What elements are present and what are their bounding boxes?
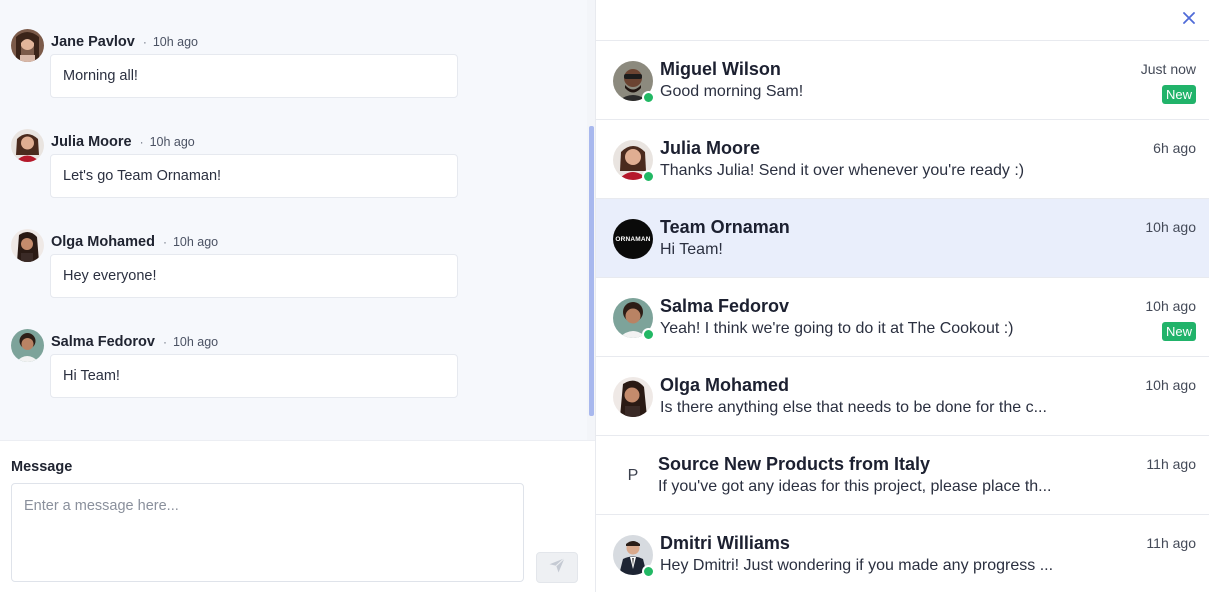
send-icon [548, 556, 566, 579]
conversation-name: Dmitri Williams [660, 533, 790, 553]
list-header [596, 0, 1209, 41]
online-indicator [642, 565, 655, 578]
message-time: 10h ago [172, 235, 219, 249]
conversation-preview: Hey Dmitri! Just wondering if you made a… [660, 557, 1054, 574]
message-input[interactable] [11, 483, 524, 582]
conversation-item[interactable]: Olga Mohamed Is there anything else that… [596, 357, 1209, 436]
online-indicator [642, 328, 655, 341]
new-badge: New [1161, 322, 1196, 341]
message-bubble: Morning all! [50, 54, 458, 98]
conversation-preview: Is there anything else that needs to be … [660, 399, 1047, 416]
conversation-preview: Thanks Julia! Send it over whenever you'… [660, 162, 1025, 179]
message-author[interactable]: Julia Moore [51, 134, 132, 150]
conversation-item[interactable]: Miguel Wilson Good morning Sam! Just now… [596, 41, 1209, 120]
separator-dot: · [162, 235, 167, 249]
message-composer: Message [0, 440, 595, 593]
avatar [613, 298, 655, 341]
conversation-name: Olga Mohamed [660, 375, 790, 395]
conversation-preview: Hi Team! [660, 241, 723, 258]
message-bubble: Hey everyone! [50, 254, 458, 298]
avatar-julia-moore[interactable] [11, 129, 44, 162]
message-time: 10h ago [172, 335, 219, 349]
conversation-name: Miguel Wilson [660, 59, 781, 79]
avatar-jane-pavlov[interactable] [11, 29, 44, 62]
chat-message: Julia Moore · 10h ago Let's go Team Orna… [11, 129, 461, 204]
conversation-name: Team Ornaman [660, 217, 790, 237]
conversation-item[interactable]: Dmitri Williams Hey Dmitri! Just wonderi… [596, 515, 1209, 594]
conversation-time: 10h ago [1145, 298, 1196, 314]
new-badge: New [1161, 85, 1196, 104]
chat-message: Salma Fedorov · 10h ago Hi Team! [11, 329, 461, 404]
letter-avatar: P [627, 467, 639, 484]
conversation-time: 10h ago [1145, 377, 1196, 393]
chat-message: Olga Mohamed · 10h ago Hey everyone! [11, 229, 461, 304]
conversation-name: Julia Moore [660, 138, 761, 158]
message-time: 10h ago [149, 135, 195, 149]
conversation-item[interactable]: P Source New Products from Italy If you'… [596, 436, 1209, 515]
conversation-preview: If you've got any ideas for this project… [658, 478, 1052, 495]
conversation-preview: Yeah! I think we're going to do it at Th… [660, 320, 1014, 337]
conversation-time: 11h ago [1146, 535, 1196, 551]
conversation-name: Salma Fedorov [660, 296, 790, 316]
close-icon [1183, 11, 1195, 29]
online-indicator [642, 170, 655, 183]
send-button[interactable] [536, 552, 578, 583]
message-bubble: Hi Team! [50, 354, 458, 398]
online-indicator [642, 91, 655, 104]
message-bubble: Let's go Team Ornaman! [50, 154, 458, 198]
avatar [613, 140, 655, 183]
conversation-time: 10h ago [1145, 219, 1196, 235]
conversation-item[interactable]: Julia Moore Thanks Julia! Send it over w… [596, 120, 1209, 199]
conversation-name: Source New Products from Italy [658, 454, 931, 474]
conversation-item[interactable]: Salma Fedorov Yeah! I think we're going … [596, 278, 1209, 357]
conversation-list-panel: Miguel Wilson Good morning Sam! Just now… [595, 0, 1209, 592]
message-author[interactable]: Olga Mohamed [51, 234, 155, 250]
conversation-time: 11h ago [1146, 456, 1196, 472]
conversation-preview: Good morning Sam! [660, 83, 804, 100]
avatar [613, 61, 655, 104]
avatar-olga-mohamed[interactable] [11, 229, 44, 262]
message-author[interactable]: Jane Pavlov [51, 34, 135, 50]
team-logo: ORNAMAN [613, 219, 653, 259]
avatar [613, 535, 655, 578]
scrollbar-thumb[interactable] [589, 126, 594, 416]
conversation-time: Just now [1140, 61, 1196, 77]
separator-dot: · [139, 135, 144, 149]
chat-message: Jane Pavlov · 10h ago Morning all! [11, 29, 461, 104]
message-label: Message [11, 459, 73, 475]
conversation-time: 6h ago [1153, 140, 1196, 156]
chat-panel: Jane Pavlov · 10h ago Morning all! Julia… [0, 0, 595, 593]
team-logo-text: ORNAMAN [615, 235, 651, 243]
separator-dot: · [142, 35, 147, 49]
message-time: 10h ago [152, 35, 199, 49]
separator-dot: · [162, 335, 167, 349]
close-button[interactable] [1180, 11, 1198, 29]
conversation-item-selected[interactable]: ORNAMAN Team Ornaman Hi Team! 10h ago [596, 199, 1209, 278]
avatar [613, 377, 653, 417]
avatar-salma-fedorov[interactable] [11, 329, 44, 362]
message-author[interactable]: Salma Fedorov [51, 334, 155, 350]
